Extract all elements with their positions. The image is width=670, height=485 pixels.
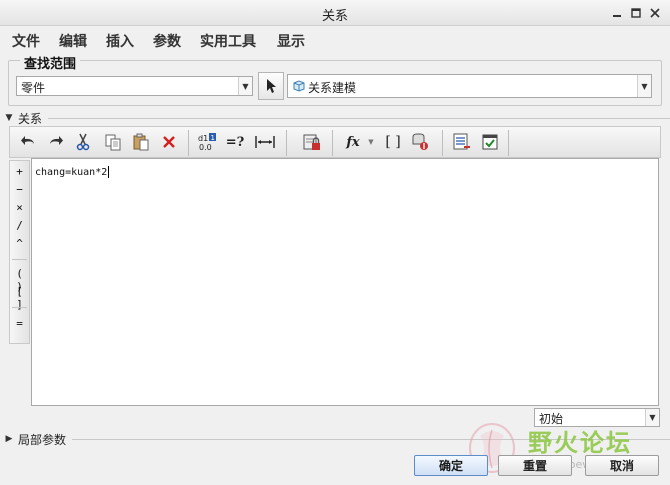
units-value: 初始	[539, 412, 564, 426]
collapse-triangle-icon: ▼	[5, 113, 13, 123]
function-dropdown[interactable]: ▼	[366, 131, 376, 153]
undo-button[interactable]	[18, 131, 40, 153]
minimize-button[interactable]	[610, 6, 624, 20]
function-label: fx	[346, 134, 360, 150]
menu-file[interactable]: 文件	[12, 31, 40, 51]
scope-select[interactable]: 关系建模 ▼	[287, 74, 652, 98]
sort-button[interactable]	[409, 131, 431, 153]
relation-text: chang=kuan*2	[35, 167, 108, 178]
sort-icon	[412, 133, 428, 150]
operator-power[interactable]: ^	[10, 237, 29, 253]
maximize-icon	[631, 8, 641, 18]
expand-triangle-icon: ▶	[5, 434, 13, 444]
evaluate-button[interactable]: =?	[224, 131, 246, 153]
close-icon	[650, 8, 660, 18]
operator-brackets[interactable]: [ ]	[10, 285, 29, 311]
menu-utilities[interactable]: 实用工具	[200, 31, 256, 51]
evaluate-label: =?	[225, 134, 245, 150]
maximize-button[interactable]	[629, 6, 643, 20]
paste-icon	[133, 133, 149, 151]
select-object-button[interactable]	[258, 72, 284, 100]
operator-divide[interactable]: /	[10, 219, 29, 235]
chevron-down-icon: ▼	[368, 138, 374, 146]
brackets-label: [ ]	[385, 134, 401, 150]
scope-value: 关系建模	[308, 81, 357, 95]
operator-plus[interactable]: +	[10, 165, 29, 181]
operator-multiply[interactable]: ×	[10, 201, 29, 217]
object-type-select[interactable]: 零件 ▼	[16, 76, 253, 96]
section-divider	[72, 438, 670, 440]
operator-minus[interactable]: −	[10, 183, 29, 199]
chevron-down-icon: ▼	[645, 409, 659, 426]
toolbar-separator	[332, 130, 333, 156]
local-params-section-header[interactable]: ▶ 局部参数	[0, 431, 670, 447]
menu-edit[interactable]: 编辑	[59, 31, 87, 51]
paste-button[interactable]	[130, 131, 152, 153]
relations-text-line: chang=kuan*2	[35, 166, 110, 178]
toolbar-separator	[286, 130, 287, 156]
dimension-icon	[255, 136, 275, 148]
text-caret	[108, 166, 110, 178]
relations-section-header[interactable]: ▼ 关系	[0, 110, 670, 126]
verify-button[interactable]	[479, 131, 501, 153]
svg-text:1: 1	[211, 134, 215, 142]
title-bar: 关系	[0, 0, 670, 26]
show-values-icon: d1 1 0.0	[198, 133, 216, 152]
verify-icon	[482, 134, 498, 150]
toolbar-separator	[508, 130, 509, 156]
minimize-icon	[613, 15, 621, 17]
cube-icon	[293, 80, 305, 92]
menu-display[interactable]: 显示	[277, 31, 305, 51]
cut-button[interactable]	[72, 131, 94, 153]
close-button[interactable]	[648, 6, 662, 20]
operator-equals[interactable]: =	[10, 317, 29, 333]
object-type-value: 零件	[21, 81, 46, 95]
chevron-down-icon: ▼	[238, 77, 252, 95]
redo-icon	[50, 136, 63, 145]
relations-toolbar: d1 1 0.0 =? fx ▼ [ ]	[9, 126, 661, 158]
menu-bar: 文件 编辑 插入 参数 实用工具 显示	[0, 27, 670, 53]
toolbar-separator	[442, 130, 443, 156]
parameters-button[interactable]: [ ]	[382, 131, 404, 153]
list-icon	[453, 133, 470, 150]
menu-insert[interactable]: 插入	[106, 31, 134, 51]
delete-icon	[163, 136, 175, 148]
toolbar-separator	[188, 130, 189, 156]
copy-button[interactable]	[102, 131, 124, 153]
svg-text:0.0: 0.0	[199, 143, 212, 152]
lock-button[interactable]	[301, 131, 323, 153]
function-button[interactable]: fx	[340, 131, 366, 153]
operator-bar: + − × / ^ ( ) [ ] =	[9, 160, 30, 344]
window-title: 关系	[321, 9, 348, 24]
lookup-group-label: 查找范围	[20, 53, 81, 72]
chevron-down-icon: ▼	[637, 75, 651, 97]
relations-section-label: 关系	[18, 111, 43, 126]
copy-icon	[105, 134, 121, 151]
svg-text:d1: d1	[198, 134, 208, 143]
dimension-button[interactable]	[254, 131, 276, 153]
relations-editor[interactable]: chang=kuan*2	[31, 158, 659, 406]
section-divider	[48, 117, 670, 119]
operator-parentheses[interactable]: ( )	[10, 267, 29, 293]
operator-separator	[12, 259, 27, 260]
cursor-arrow-icon	[267, 79, 276, 93]
delete-button[interactable]	[158, 131, 180, 153]
list-button[interactable]	[451, 131, 473, 153]
cancel-button[interactable]: 取消	[585, 455, 659, 476]
reset-button[interactable]: 重置	[498, 455, 572, 476]
redo-button[interactable]	[44, 131, 66, 153]
show-values-button[interactable]: d1 1 0.0	[196, 131, 218, 153]
undo-icon	[21, 136, 34, 145]
lock-icon	[303, 134, 320, 150]
local-params-label: 局部参数	[18, 432, 67, 447]
units-select[interactable]: 初始 ▼	[534, 408, 660, 427]
operator-separator	[12, 307, 27, 308]
ok-button[interactable]: 确定	[414, 455, 488, 476]
menu-parameters[interactable]: 参数	[153, 31, 181, 51]
cut-icon	[76, 133, 90, 151]
